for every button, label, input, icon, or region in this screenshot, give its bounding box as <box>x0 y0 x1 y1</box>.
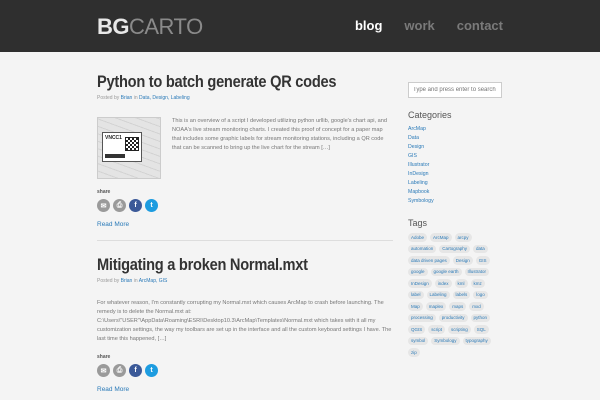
tag-link[interactable]: kmz <box>470 279 485 288</box>
category-links[interactable]: Data, Design, Labeling <box>139 95 190 101</box>
logo-light-text: CARTO <box>129 14 203 39</box>
author-link[interactable]: Brian <box>121 278 133 284</box>
tag-link[interactable]: Adobe <box>408 233 428 242</box>
tag-link[interactable]: Illustrator <box>464 267 490 276</box>
site-logo[interactable]: BGCARTO <box>97 14 203 40</box>
qr-code-icon <box>125 137 139 151</box>
share-label: share <box>97 354 111 360</box>
read-more-link[interactable]: Read More <box>97 221 393 228</box>
tag-link[interactable]: typography <box>462 336 491 345</box>
tags-heading: Tags <box>408 218 428 228</box>
post-excerpt: For whatever reason, I'm constantly corr… <box>97 300 392 342</box>
logo-bold-text: BG <box>97 14 130 39</box>
tag-link[interactable]: Symbology <box>431 336 460 345</box>
thumbnail-label-card: VNCC1 <box>102 132 142 162</box>
tag-link[interactable]: labels <box>452 290 471 299</box>
post-title[interactable]: Python to batch generate QR codes <box>97 72 352 92</box>
thumbnail-bar <box>105 154 125 158</box>
tag-link[interactable]: google <box>408 267 428 276</box>
share-label: share <box>97 189 111 195</box>
twitter-share-icon[interactable]: t <box>145 364 158 377</box>
tag-link[interactable]: mxd <box>469 302 484 311</box>
category-links[interactable]: ArcMap, GIS <box>139 278 168 284</box>
category-link[interactable]: Symbology <box>408 197 502 206</box>
tag-link[interactable]: Labeling <box>426 290 450 299</box>
share-icons: ✉ ⎙ f t <box>97 199 393 212</box>
tag-link[interactable]: symbol <box>408 336 429 345</box>
meta-prefix: Posted by <box>97 278 120 284</box>
facebook-share-icon[interactable]: f <box>129 199 142 212</box>
meta-in: in <box>133 278 138 284</box>
category-link[interactable]: GIS <box>408 152 502 161</box>
sidebar: Categories ArcMapDataDesignGISIllustrato… <box>408 78 502 357</box>
post-excerpt: This is an overview of a script I develo… <box>172 118 387 151</box>
nav-contact[interactable]: contact <box>457 18 503 33</box>
tag-link[interactable]: Map <box>408 302 423 311</box>
post-item: Mitigating a broken Normal.mxt Posted by… <box>97 255 393 393</box>
twitter-share-icon[interactable]: t <box>145 199 158 212</box>
category-link[interactable]: Mapbook <box>408 188 502 197</box>
tag-link[interactable]: data <box>473 244 488 253</box>
tag-link[interactable]: automation <box>408 244 437 253</box>
search-input[interactable] <box>408 82 502 98</box>
email-share-icon[interactable]: ✉ <box>97 364 110 377</box>
nav-blog[interactable]: blog <box>355 18 382 33</box>
category-link[interactable]: Data <box>408 134 502 143</box>
category-link[interactable]: Design <box>408 143 502 152</box>
tag-link[interactable]: ArcMap <box>430 233 452 242</box>
author-link[interactable]: Brian <box>121 95 133 101</box>
tag-link[interactable]: QGIS <box>408 325 426 334</box>
category-link[interactable]: InDesign <box>408 170 502 179</box>
email-share-icon[interactable]: ✉ <box>97 199 110 212</box>
categories-heading: Categories <box>408 110 452 120</box>
site-header: BGCARTO blog work contact <box>0 0 600 52</box>
read-more-link[interactable]: Read More <box>97 386 393 393</box>
tag-link[interactable]: processing <box>408 313 436 322</box>
tag-link[interactable]: kml <box>454 279 468 288</box>
excerpt-row: VNCC1 This is an overview of a script I … <box>97 117 393 179</box>
tag-link[interactable]: index <box>434 279 452 288</box>
category-link[interactable]: Labeling <box>408 179 502 188</box>
category-link[interactable]: Illustrator <box>408 161 502 170</box>
category-link[interactable]: ArcMap <box>408 125 502 134</box>
post-meta: Posted by Brian in Data, Design, Labelin… <box>97 95 393 101</box>
post-list: Python to batch generate QR codes Posted… <box>97 72 393 393</box>
nav-work[interactable]: work <box>404 18 434 33</box>
tag-link[interactable]: arcpy <box>454 233 472 242</box>
meta-prefix: Posted by <box>97 95 120 101</box>
tag-link[interactable]: scripting <box>448 325 471 334</box>
tag-link[interactable]: logo <box>473 290 488 299</box>
tag-link[interactable]: SQL <box>473 325 489 334</box>
tag-link[interactable]: data driven pages <box>408 256 450 265</box>
tag-link[interactable]: Cartography <box>439 244 471 253</box>
tag-link[interactable]: productivity <box>438 313 468 322</box>
thumbnail-station-label: VNCC1 <box>105 135 122 141</box>
meta-in: in <box>133 95 138 101</box>
tag-link[interactable]: InDesign <box>408 279 432 288</box>
tag-link[interactable]: python <box>470 313 491 322</box>
facebook-share-icon[interactable]: f <box>129 364 142 377</box>
tag-link[interactable]: label <box>408 290 424 299</box>
tag-link[interactable]: GIS <box>475 256 490 265</box>
tag-cloud: Adobe ArcMap arcpy automation Cartography dat… <box>408 233 498 357</box>
post-meta: Posted by Brian in ArcMap, GIS <box>97 278 393 284</box>
print-share-icon[interactable]: ⎙ <box>113 199 126 212</box>
categories-list: ArcMap Data Design GIS Illustrator InDesign La… <box>408 125 502 206</box>
tag-link[interactable]: maps <box>449 302 467 311</box>
tag-link[interactable]: zip <box>408 348 420 357</box>
post-item: Python to batch generate QR codes Posted… <box>97 72 393 228</box>
post-title[interactable]: Mitigating a broken Normal.mxt <box>97 255 352 275</box>
post-thumbnail[interactable]: VNCC1 <box>97 117 161 179</box>
share-icons: ✉ ⎙ f t <box>97 364 393 377</box>
tag-link[interactable]: google earth <box>430 267 462 276</box>
print-share-icon[interactable]: ⎙ <box>113 364 126 377</box>
main-nav: blog work contact <box>355 18 503 33</box>
post-divider <box>97 240 393 241</box>
tag-link[interactable]: maplex <box>425 302 447 311</box>
tag-link[interactable]: Design <box>452 256 473 265</box>
tag-link[interactable]: script <box>428 325 446 334</box>
